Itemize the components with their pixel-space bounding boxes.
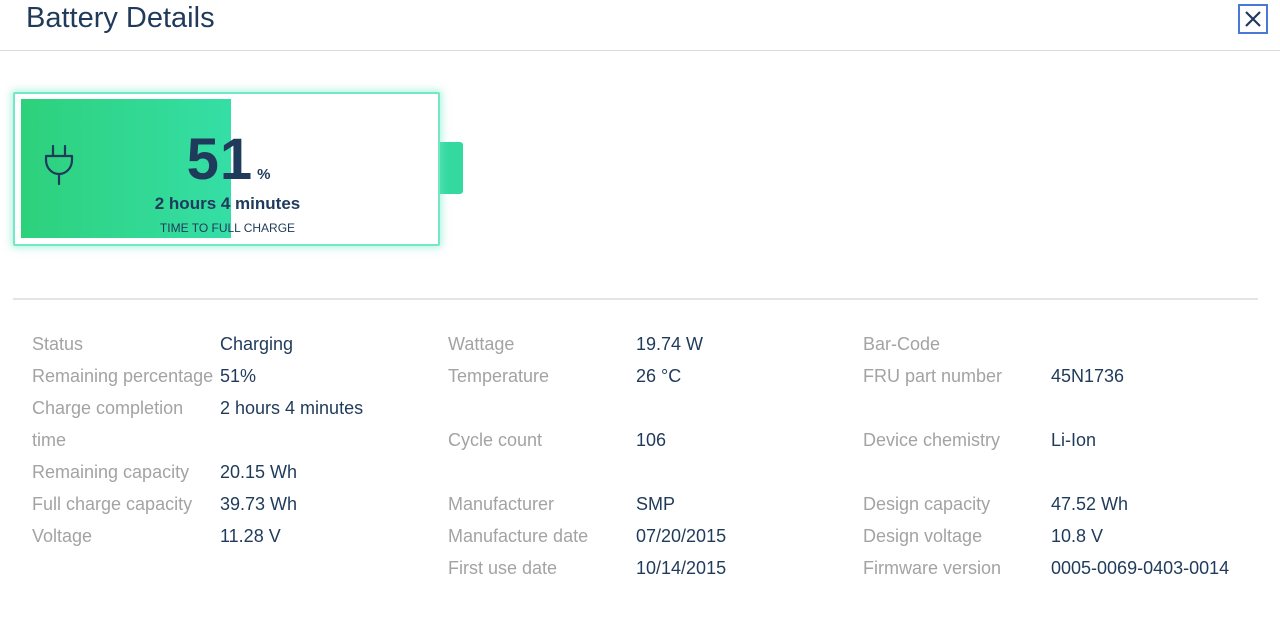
- detail-label: Remaining percentage: [32, 366, 214, 386]
- detail-value: 19.74 W: [636, 334, 704, 354]
- detail-row-device-chemistry: Device chemistry Li-Ion: [863, 424, 1263, 456]
- section-divider: [13, 298, 1258, 300]
- details-column-1: Status Charging Remaining percentage 51%…: [32, 328, 428, 552]
- detail-label: Manufacturer: [448, 494, 555, 514]
- detail-value: 10.8 V: [1051, 526, 1104, 546]
- detail-row-remaining-capacity: Remaining capacity 20.15 Wh: [32, 456, 428, 488]
- detail-value: 47.52 Wh: [1051, 494, 1129, 514]
- detail-label: Charge completion time: [32, 398, 184, 450]
- detail-row-remaining-percentage: Remaining percentage 51%: [32, 360, 428, 392]
- detail-label: Wattage: [448, 334, 515, 354]
- battery-percentage: 51%: [15, 126, 442, 193]
- detail-value: 106: [636, 430, 667, 450]
- detail-row-manufacturer: Manufacturer SMP: [448, 488, 844, 520]
- details-column-2: Wattage 19.74 W Temperature 26 °C Cycle …: [448, 328, 844, 584]
- detail-label: Full charge capacity: [32, 494, 193, 514]
- detail-row-full-charge-capacity: Full charge capacity 39.73 Wh: [32, 488, 428, 520]
- detail-label: Design voltage: [863, 526, 983, 546]
- detail-row-design-capacity: Design capacity 47.52 Wh: [863, 488, 1263, 520]
- detail-label: Cycle count: [448, 430, 543, 450]
- detail-label: Firmware version: [863, 558, 1002, 578]
- page-title: Battery Details: [26, 2, 215, 34]
- detail-label: Bar-Code: [863, 334, 941, 354]
- detail-row-charge-completion-time: Charge completion time 2 hours 4 minutes: [32, 392, 428, 456]
- detail-value: 10/14/2015: [636, 558, 727, 578]
- detail-value: 11.28 V: [220, 526, 281, 546]
- detail-value: 20.15 Wh: [220, 462, 298, 482]
- detail-row-manufacture-date: Manufacture date 07/20/2015: [448, 520, 844, 552]
- detail-row-cycle-count: Cycle count 106: [448, 424, 844, 456]
- detail-label: Device chemistry: [863, 430, 1001, 450]
- detail-label: Voltage: [32, 526, 93, 546]
- detail-value: 45N1736: [1051, 366, 1125, 386]
- detail-label: Design capacity: [863, 494, 991, 514]
- detail-value: 39.73 Wh: [220, 494, 298, 514]
- close-icon: [1245, 11, 1261, 27]
- detail-row-bar-code: Bar-Code: [863, 328, 1263, 360]
- detail-row-design-voltage: Design voltage 10.8 V: [863, 520, 1263, 552]
- detail-value: Charging: [220, 334, 294, 354]
- percent-sign: %: [257, 166, 271, 183]
- details-column-3: Bar-Code FRU part number 45N1736 Device …: [863, 328, 1263, 584]
- time-caption: TIME TO FULL CHARGE: [159, 221, 296, 235]
- detail-row-firmware-version: Firmware version 0005-0069-0403-0014: [863, 552, 1263, 584]
- detail-row-first-use-date: First use date 10/14/2015: [448, 552, 844, 584]
- detail-value: SMP: [636, 494, 676, 514]
- detail-row-status: Status Charging: [32, 328, 428, 360]
- detail-label: Manufacture date: [448, 526, 589, 546]
- detail-label: First use date: [448, 558, 558, 578]
- detail-value: 0005-0069-0403-0014: [1051, 558, 1230, 578]
- detail-row-voltage: Voltage 11.28 V: [32, 520, 428, 552]
- detail-value: 07/20/2015: [636, 526, 727, 546]
- detail-value: 2 hours 4 minutes: [220, 398, 364, 418]
- detail-label: Remaining capacity: [32, 462, 190, 482]
- percentage-value: 51: [186, 127, 254, 192]
- detail-label: Temperature: [448, 366, 550, 386]
- detail-row-wattage: Wattage 19.74 W: [448, 328, 844, 360]
- time-remaining: 2 hours 4 minutes: [154, 194, 301, 213]
- detail-label: Status: [32, 334, 84, 354]
- detail-value: Li-Ion: [1051, 430, 1097, 450]
- detail-label: FRU part number: [863, 366, 1003, 386]
- detail-row-temperature: Temperature 26 °C: [448, 360, 844, 392]
- detail-value: 51%: [220, 366, 257, 386]
- close-button[interactable]: [1238, 4, 1268, 34]
- detail-row-fru-part-number: FRU part number 45N1736: [863, 360, 1263, 392]
- header-divider: [0, 50, 1280, 51]
- battery-indicator: 51% 2 hours 4 minutes TIME TO FULL CHARG…: [13, 92, 440, 246]
- detail-value: 26 °C: [636, 366, 682, 386]
